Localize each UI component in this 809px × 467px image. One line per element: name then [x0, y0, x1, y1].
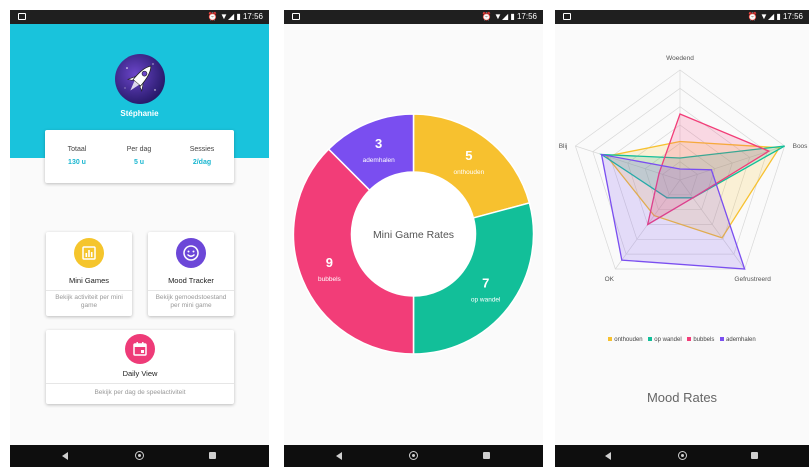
home-icon[interactable]	[678, 451, 687, 460]
stat-value: 130 u	[68, 159, 86, 166]
screen-mood-rates: ⏰ ▼◢ ▮ 17:56 Woedend Boos Gefrustreerd OK Bl…	[555, 10, 809, 467]
legend-label: onthouden	[614, 337, 643, 343]
legend-swatch	[608, 337, 613, 342]
slice-value: 3	[375, 136, 382, 151]
legend-swatch	[720, 337, 725, 342]
clock: 17:56	[242, 12, 263, 21]
divider	[148, 290, 234, 291]
stat-label: Sessies	[189, 146, 215, 153]
username: Stéphanie	[120, 109, 159, 118]
chart-title: Mini Game Rates	[373, 229, 454, 241]
stat-per-dag: Per dag 5 u	[109, 146, 169, 166]
navigation-bar	[284, 445, 543, 467]
stat-value: 5 u	[133, 159, 145, 166]
tile-title: Mini Games	[68, 276, 109, 285]
tile-description: Bekijk per dag de speelactiviteit	[94, 389, 186, 396]
legend-swatch	[687, 337, 692, 342]
recent-apps-icon[interactable]	[751, 452, 758, 459]
back-icon[interactable]	[62, 452, 68, 460]
screen-mini-game-rates: ⏰ ▼◢ ▮ 17:56 Mini Game Rates 5 onthouden 7…	[284, 10, 543, 467]
tile-description: Bekijk activiteit per mini game	[55, 294, 123, 309]
back-icon[interactable]	[336, 452, 342, 460]
back-icon[interactable]	[605, 452, 611, 460]
stat-label: Per dag	[126, 146, 152, 153]
screen-profile: ⏰ ▼◢ ▮ 17:56 Stéphanie Totaal 130 u Per …	[10, 10, 269, 467]
tile-daily-view[interactable]: Daily View Bekijk per dag de speelactivi…	[46, 330, 234, 404]
tile-description: Bekijk gemoedstoestand per mini game	[155, 294, 227, 309]
slice-label: ademhalen	[363, 157, 396, 164]
status-icons: ⏰ ▼◢ ▮	[207, 12, 241, 21]
legend-label: ademhalen	[726, 337, 756, 343]
stat-sessies: Sessies 2/dag	[172, 146, 232, 166]
legend-swatch	[648, 337, 653, 342]
recent-apps-icon[interactable]	[483, 452, 490, 459]
stat-label: Totaal	[67, 146, 87, 153]
home-icon[interactable]	[409, 451, 418, 460]
stat-value: 2/dag	[192, 159, 212, 166]
avatar[interactable]	[115, 54, 165, 104]
legend-label: op wandel	[654, 337, 682, 343]
rocket-icon	[124, 63, 156, 92]
legend-item: onthouden	[608, 337, 643, 343]
slice-value: 7	[482, 275, 489, 290]
legend-item: bubbels	[687, 337, 714, 343]
recent-apps-icon[interactable]	[209, 452, 216, 459]
stats-card: Totaal 130 u Per dag 5 u Sessies 2/dag	[45, 130, 234, 183]
home-icon[interactable]	[135, 451, 144, 460]
tile-title: Daily View	[122, 369, 158, 378]
slice-label: op wandel	[471, 296, 501, 303]
tile-mood-tracker[interactable]: Mood Tracker Bekijk gemoedstoestand per …	[148, 232, 234, 316]
stat-totaal: Totaal 130 u	[47, 146, 107, 166]
radar-axis-label: Boos	[793, 143, 809, 150]
radar-axis-label: OK	[605, 276, 615, 283]
divider	[46, 290, 132, 291]
radar-chart: Woedend Boos Gefrustreerd OK Blij	[559, 55, 809, 283]
chart-legend: onthouden op wandel bubbels ademhalen	[555, 337, 809, 343]
radar-axis-label: Blij	[559, 143, 568, 150]
legend-item: op wandel	[648, 337, 682, 343]
divider	[46, 383, 234, 384]
tile-title: Mood Tracker	[168, 276, 214, 285]
slice-value: 9	[326, 255, 333, 270]
radar-axis-label: Woedend	[666, 55, 694, 62]
image-notification-icon	[18, 13, 26, 20]
slice-label: bubbels	[318, 276, 342, 283]
legend-label: bubbels	[693, 337, 715, 343]
tile-mini-games[interactable]: Mini Games Bekijk activiteit per mini ga…	[46, 232, 132, 316]
navigation-bar	[10, 445, 269, 467]
chart-title: Mood Rates	[646, 390, 718, 405]
slice-label: onthouden	[454, 169, 485, 176]
smiley-icon	[176, 238, 206, 268]
calendar-icon	[125, 334, 155, 364]
radar-axis-label: Gefrustreerd	[734, 276, 771, 283]
navigation-bar	[555, 445, 809, 467]
bar-chart-icon	[74, 238, 104, 268]
status-bar: ⏰ ▼◢ ▮ 17:56	[10, 10, 269, 24]
donut-chart: Mini Game Rates 5 onthouden 7 op wandel 9 bub…	[292, 113, 535, 355]
legend-item: ademhalen	[720, 337, 756, 343]
slice-value: 5	[465, 148, 472, 163]
